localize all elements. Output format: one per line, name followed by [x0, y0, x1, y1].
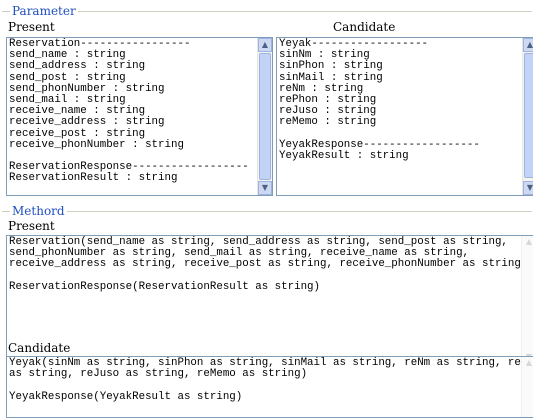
- scroll-up-icon: ▲: [525, 358, 533, 367]
- scroll-down-icon[interactable]: ▼: [523, 181, 533, 195]
- scroll-up-icon[interactable]: ▲: [258, 38, 272, 52]
- parameter-group-border: [2, 11, 532, 12]
- parameter-candidate-scrollbar[interactable]: ▲ ▼: [522, 38, 533, 195]
- method-candidate-scrollbar: ▲: [521, 357, 533, 417]
- scroll-up-icon[interactable]: ▲: [523, 38, 533, 52]
- parameter-present-text: Reservation----------------- send_name :…: [9, 38, 249, 185]
- method-group-border: [2, 211, 532, 212]
- scroll-up-icon: ▲: [525, 237, 533, 246]
- method-group-legend: Methord: [10, 204, 67, 218]
- parameter-candidate-label: Candidate: [333, 20, 396, 34]
- method-present-label: Present: [8, 219, 55, 233]
- parameter-candidate-textbox[interactable]: Yeyak------------------ sinNm : string s…: [276, 37, 533, 196]
- method-candidate-textbox[interactable]: Yeyak(sinNm as string, sinPhon as string…: [6, 356, 533, 418]
- method-present-scrollbar: ▲ ▼: [521, 236, 533, 365]
- scroll-down-icon[interactable]: ▼: [258, 181, 272, 195]
- parameter-group-legend: Parameter: [10, 4, 78, 18]
- method-candidate-text: Yeyak(sinNm as string, sinPhon as string…: [9, 357, 533, 403]
- parameter-present-label: Present: [8, 20, 55, 34]
- scroll-thumb[interactable]: [259, 53, 271, 180]
- parameter-present-scrollbar[interactable]: ▲ ▼: [257, 38, 272, 195]
- parameter-candidate-text: Yeyak------------------ sinNm : string s…: [279, 38, 480, 163]
- scroll-thumb[interactable]: [524, 53, 533, 178]
- method-present-textbox[interactable]: Reservation(send_name as string, send_ad…: [6, 235, 533, 366]
- parameter-present-textbox[interactable]: Reservation----------------- send_name :…: [6, 37, 273, 196]
- method-present-text: Reservation(send_name as string, send_ad…: [9, 236, 528, 293]
- method-candidate-label: Candidate: [8, 341, 71, 355]
